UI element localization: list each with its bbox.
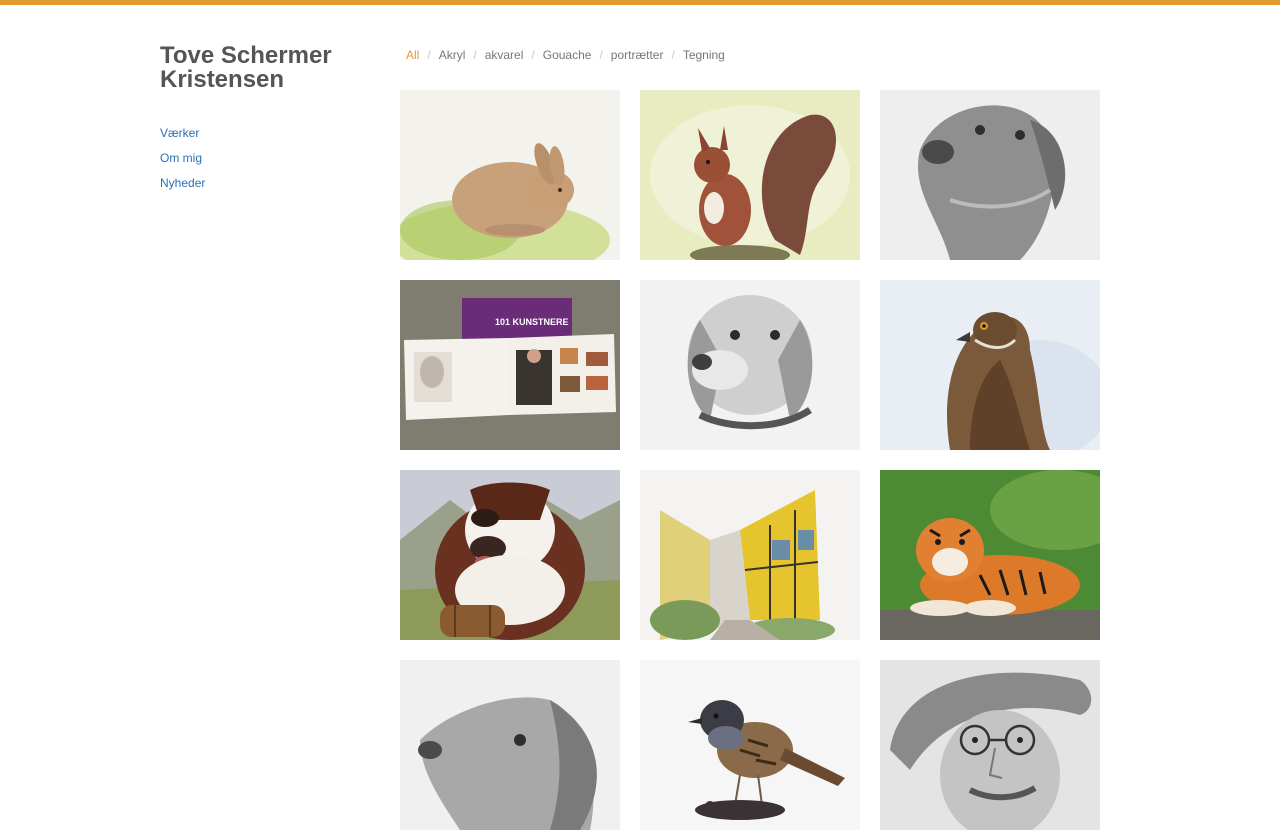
dunnock-bird-painting-icon [640, 660, 860, 830]
filter-separator: / [671, 48, 675, 62]
open-book-photo-icon: 101 KUNSTNERE [400, 280, 620, 450]
site-title-line1[interactable]: Tove Schermer [160, 42, 332, 69]
main-nav: Værker Om mig Nyheder [160, 126, 380, 190]
filter-akryl[interactable]: Akryl [439, 48, 466, 62]
gallery-item-book[interactable]: 101 KUNSTNERE [400, 280, 620, 450]
gallery-item-old-man[interactable] [880, 660, 1100, 830]
sidebar: Tove Schermer Kristensen Værker Om mig N… [160, 44, 380, 201]
filter-separator: / [599, 48, 603, 62]
beagle-pencil-drawing-icon [640, 280, 860, 450]
filter-separator: / [531, 48, 535, 62]
nav-item-vaerker[interactable]: Værker [160, 126, 380, 140]
filter-gouache[interactable]: Gouache [543, 48, 592, 62]
top-accent-bar [0, 0, 1280, 5]
gallery-item-bird[interactable] [640, 660, 860, 830]
svg-text:101 KUNSTNERE: 101 KUNSTNERE [495, 317, 569, 327]
dog-pencil-drawing-icon [880, 90, 1100, 260]
gallery-item-dog-sketch[interactable] [880, 90, 1100, 260]
hawk-painting-icon [880, 280, 1100, 450]
gallery-item-rabbit[interactable] [400, 90, 620, 260]
gallery-item-squirrel[interactable] [640, 90, 860, 260]
site-title-line2[interactable]: Kristensen [160, 66, 284, 93]
site-title[interactable]: Tove Schermer Kristensen [160, 44, 380, 92]
squirrel-painting-icon [640, 90, 860, 260]
gallery-item-tiger[interactable] [880, 470, 1100, 640]
filter-separator: / [427, 48, 431, 62]
old-man-portrait-drawing-icon [880, 660, 1100, 830]
gallery-item-setter-sketch[interactable] [400, 660, 620, 830]
nav-item-nyheder[interactable]: Nyheder [160, 176, 380, 190]
category-filter-bar: All / Akryl / akvarel / Gouache / portrætter / Teg… [406, 48, 725, 62]
rabbit-painting-icon [400, 90, 620, 260]
tiger-painting-icon [880, 470, 1100, 640]
filter-all[interactable]: All [406, 48, 419, 62]
gallery-item-hawk[interactable] [880, 280, 1100, 450]
gallery-grid: 101 KUNSTNERE [400, 90, 1100, 830]
st-bernard-painting-icon [400, 470, 620, 640]
filter-portraetter[interactable]: portrætter [611, 48, 664, 62]
gallery-item-street[interactable] [640, 470, 860, 640]
gallery-item-beagle-sketch[interactable] [640, 280, 860, 450]
filter-akvarel[interactable]: akvarel [485, 48, 524, 62]
nav-item-om-mig[interactable]: Om mig [160, 151, 380, 165]
filter-tegning[interactable]: Tegning [683, 48, 725, 62]
setter-pencil-drawing-icon [400, 660, 620, 830]
gallery-item-st-bernard[interactable] [400, 470, 620, 640]
filter-separator: / [473, 48, 477, 62]
yellow-house-street-painting-icon [640, 470, 860, 640]
